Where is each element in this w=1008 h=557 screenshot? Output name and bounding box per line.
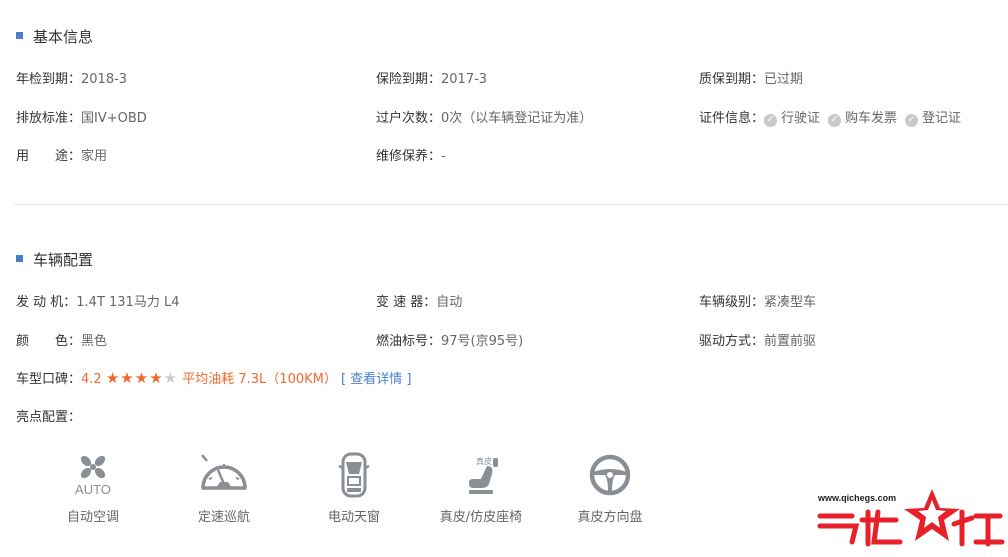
color-row: 颜 色：黑色 xyxy=(16,334,108,349)
section-marker xyxy=(16,32,23,39)
rating-stars: ★★★★★ xyxy=(105,369,179,387)
warranty-row: 质保到期：已过期 xyxy=(699,72,804,87)
svg-text:AUTO: AUTO xyxy=(75,482,111,497)
watermark-logo: www.qichegs.com xyxy=(812,486,1008,553)
usage-row: 用 途：家用 xyxy=(16,149,108,164)
feature-leather-seat: 真皮 真皮/仿皮座椅 xyxy=(431,452,531,525)
leather-seat-icon: 真皮 xyxy=(469,456,498,494)
section-title-vehicle-config: 车辆配置 xyxy=(16,249,93,270)
star-empty-icon: ★ xyxy=(163,369,179,387)
check-icon: ✓ xyxy=(905,114,919,127)
emission-row: 排放标准：国IV+OBD xyxy=(16,111,147,126)
svg-text:真皮: 真皮 xyxy=(476,456,492,466)
section-divider xyxy=(14,204,1008,205)
gearbox-row: 变 速 器：自动 xyxy=(376,295,463,310)
check-icon: ✓ xyxy=(828,114,842,127)
transfer-row: 过户次数：0次（以车辆登记证为准） xyxy=(376,111,593,126)
check-icon: ✓ xyxy=(764,114,778,127)
feature-auto-ac: AUTO 自动空调 xyxy=(43,452,143,525)
cert-registration: ✓ 登记证 xyxy=(905,107,961,127)
maintenance-row: 维修保养：- xyxy=(376,149,446,164)
cert-driving-license: ✓ 行驶证 xyxy=(764,107,820,127)
highlights-label: 亮点配置： xyxy=(16,410,82,425)
fuel-grade-row: 燃油标号：97号(京95号) xyxy=(376,334,524,349)
view-details-link[interactable]: [ 查看详情 ] xyxy=(341,372,411,387)
section-title-basic-info: 基本信息 xyxy=(16,26,93,47)
certificates-row: 证件信息： ✓ 行驶证 ✓ 购车发票 ✓ 登记证 xyxy=(699,107,961,127)
engine-row: 发 动 机：1.4T 131马力 L4 xyxy=(16,295,180,310)
drive-type-row: 驱动方式：前置前驱 xyxy=(699,334,817,349)
steering-wheel-icon xyxy=(589,454,631,496)
cert-purchase-invoice: ✓ 购车发票 xyxy=(828,107,897,127)
star-filled-icon: ★ xyxy=(149,369,164,387)
star-filled-icon: ★ xyxy=(134,369,150,387)
star-filled-icon: ★ xyxy=(120,369,135,387)
feature-sunroof: 电动天窗 xyxy=(304,452,404,525)
feature-leather-steering-wheel: 真皮方向盘 xyxy=(560,452,660,525)
auto-ac-icon: AUTO xyxy=(75,455,111,497)
fuel-consumption: 平均油耗 7.3L（100KM） xyxy=(182,372,337,387)
rating-score: 4.2 xyxy=(81,372,102,387)
rating-row: 车型口碑：4.2 ★★★★★ 平均油耗 7.3L（100KM） [ 查看详情 ] xyxy=(16,369,412,387)
star-filled-icon: ★ xyxy=(105,369,121,387)
insurance-row: 保险到期：2017-3 xyxy=(376,72,488,87)
inspection-row: 年检到期：2018-3 xyxy=(16,72,128,87)
vehicle-class-row: 车辆级别：紧凑型车 xyxy=(699,295,817,310)
section-marker xyxy=(16,255,23,262)
sunroof-icon xyxy=(338,452,370,498)
cruise-control-icon xyxy=(201,454,247,490)
feature-cruise-control: 定速巡航 xyxy=(174,452,274,525)
